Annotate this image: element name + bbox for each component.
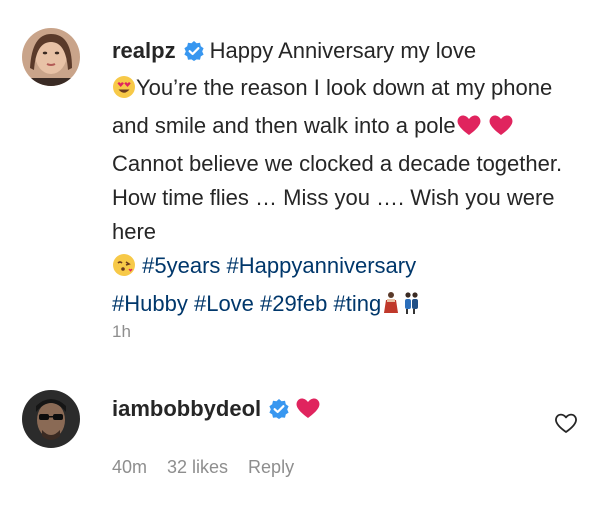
heart-eyes-emoji-icon bbox=[112, 75, 136, 109]
red-heart-emoji-icon bbox=[295, 396, 321, 430]
reply-timestamp: 40m bbox=[112, 457, 148, 477]
hashtag-29feb[interactable]: #29feb bbox=[260, 291, 327, 316]
reply-text: iambobbydeol bbox=[112, 392, 321, 430]
heart-outline-icon[interactable] bbox=[554, 412, 578, 439]
comment-timestamp: 1h bbox=[112, 322, 131, 341]
caption-text-2: You’re the reason I look down at my phon… bbox=[112, 75, 553, 138]
caption: realpz Happy Anniversary my love You’re th… bbox=[112, 34, 567, 325]
hashtag-happyanniversary[interactable]: #Happyanniversary bbox=[227, 253, 417, 278]
red-heart-emoji-icon bbox=[488, 113, 514, 147]
verified-badge-icon bbox=[183, 37, 204, 71]
red-heart-emoji-icon bbox=[456, 113, 482, 147]
caption-text-1: Happy Anniversary my love bbox=[209, 38, 477, 63]
avatar-iambobbydeol[interactable] bbox=[22, 390, 80, 448]
caption-text-3: Cannot believe we clocked a decade toget… bbox=[112, 151, 563, 244]
username-iambobbydeol[interactable]: iambobbydeol bbox=[112, 396, 261, 421]
people-walking-emoji-icon bbox=[401, 291, 421, 325]
verified-badge-icon bbox=[269, 395, 289, 429]
hashtag-ting[interactable]: #ting bbox=[333, 291, 381, 316]
avatar-realpz[interactable] bbox=[22, 28, 80, 86]
reply-meta: 40m 32 likes Reply bbox=[112, 457, 294, 478]
reply-button[interactable]: Reply bbox=[248, 457, 294, 478]
username-realpz[interactable]: realpz bbox=[112, 38, 176, 63]
hashtag-love[interactable]: #Love bbox=[194, 291, 254, 316]
hashtag-5years[interactable]: #5years bbox=[142, 253, 220, 278]
face-blowing-kiss-emoji-icon bbox=[112, 253, 136, 287]
dancer-emoji-icon bbox=[381, 291, 401, 325]
hashtag-hubby[interactable]: #Hubby bbox=[112, 291, 188, 316]
reply-like-count[interactable]: 32 likes bbox=[167, 457, 228, 478]
